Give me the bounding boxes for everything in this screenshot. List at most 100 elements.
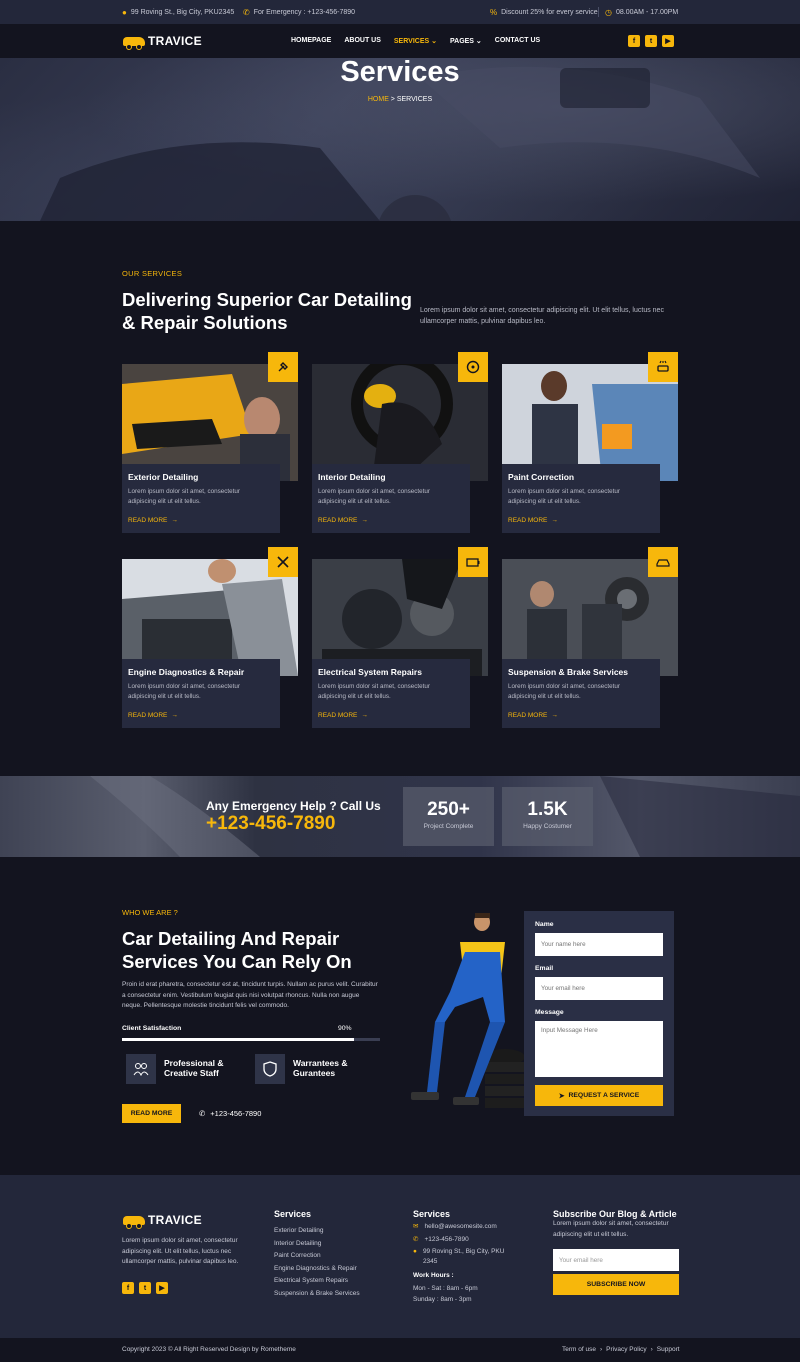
read-more-link[interactable]: READ MORE → <box>318 712 368 719</box>
service-card[interactable]: Suspension & Brake Services Lorem ipsum … <box>502 547 678 739</box>
name-input[interactable] <box>535 933 663 956</box>
service-card[interactable]: Exterior Detailing Lorem ipsum dolor sit… <box>122 352 298 544</box>
percent-icon: % <box>490 8 498 17</box>
top-bar: ● 99 Roving St., Big City, PKU2345 ✆ For… <box>0 0 800 24</box>
brand-name: TRAVICE <box>148 1213 202 1227</box>
breadcrumb-current: SERVICES <box>396 96 433 103</box>
arrow-right-icon: → <box>551 517 558 524</box>
car-logo-icon <box>123 36 145 50</box>
read-more-label: READ MORE <box>508 517 548 524</box>
facebook-icon[interactable]: f <box>628 35 640 47</box>
subscribe-email-input[interactable]: Your email here <box>553 1249 679 1271</box>
main-menu: HOMEPAGE ABOUT US SERVICES ⌄ PAGES ⌄ CON… <box>291 37 553 45</box>
service-description: Lorem ipsum dolor sit amet, consectetur … <box>318 488 430 505</box>
footer-address: ● 99 Roving St., Big City, PKU 2345 <box>413 1247 504 1267</box>
emergency-banner <box>0 776 800 857</box>
message-textarea[interactable] <box>535 1021 663 1077</box>
footer-services-title: Services <box>274 1209 312 1219</box>
arrow-right-icon: → <box>361 517 368 524</box>
read-more-link[interactable]: READ MORE → <box>128 517 178 524</box>
emergency-phone[interactable]: +123-456-7890 <box>206 813 335 835</box>
feature-warranty: Warrantees & Gurantees <box>293 1058 347 1078</box>
section-subtitle: OUR SERVICES <box>122 269 183 278</box>
footer-link[interactable]: Exterior Detailing <box>274 1225 360 1238</box>
service-card[interactable]: Engine Diagnostics & Repair Lorem ipsum … <box>122 547 298 739</box>
read-more-label: READ MORE <box>318 517 358 524</box>
service-card[interactable]: Interior Detailing Lorem ipsum dolor sit… <box>312 352 488 544</box>
stat-label: Happy Costumer <box>523 823 572 830</box>
copyright: Copyright 2023 © All Right Reserved Desi… <box>122 1346 296 1353</box>
nav-home[interactable]: HOMEPAGE <box>291 37 331 45</box>
footer-link[interactable]: Paint Correction <box>274 1250 360 1263</box>
address-info: ● 99 Roving St., Big City, PKU2345 <box>122 8 234 17</box>
emergency-question: Any Emergency Help ? Call Us <box>206 799 381 813</box>
footer-email[interactable]: ✉ hello@awesomesite.com <box>413 1221 497 1234</box>
phone-icon: ✆ <box>199 1109 206 1118</box>
twitter-icon[interactable]: t <box>139 1282 151 1294</box>
link-separator: › <box>650 1346 653 1353</box>
footer-logo[interactable]: TRAVICE <box>123 1213 202 1229</box>
breadcrumb-home[interactable]: HOME <box>368 96 389 103</box>
service-description: Lorem ipsum dolor sit amet, consectetur … <box>508 683 620 700</box>
service-description: Lorem ipsum dolor sit amet, consectetur … <box>128 683 240 700</box>
service-card[interactable]: Electrical System Repairs Lorem ipsum do… <box>312 547 488 739</box>
footer-link[interactable]: Suspension & Brake Services <box>274 1288 360 1301</box>
read-more-button[interactable]: READ MORE <box>122 1104 181 1123</box>
strip-background-image <box>90 776 800 857</box>
arrow-right-icon: → <box>171 712 178 719</box>
about-title: Car Detailing And Repair Services You Ca… <box>122 928 352 972</box>
footer-services-list: Exterior Detailing Interior Detailing Pa… <box>274 1225 360 1300</box>
address-text: 99 Roving St., Big City, PKU2345 <box>130 9 235 16</box>
message-label: Message <box>535 1009 564 1016</box>
read-more-link[interactable]: READ MORE → <box>318 517 368 524</box>
about-phone[interactable]: ✆ +123-456-7890 <box>199 1109 261 1118</box>
service-title: Exterior Detailing <box>128 472 199 482</box>
nav-contact[interactable]: CONTACT US <box>495 37 540 45</box>
about-phone-text: +123-456-7890 <box>210 1109 262 1118</box>
subscribe-button[interactable]: SUBSCRIBE NOW <box>553 1274 679 1295</box>
subscribe-description: Lorem ipsum dolor sit amet, consectetur … <box>553 1220 669 1238</box>
mechanic-image <box>411 913 525 1108</box>
youtube-icon[interactable]: ▶ <box>662 35 674 47</box>
footer-contact-title: Services <box>413 1209 451 1219</box>
footer-link[interactable]: Engine Diagnostics & Repair <box>274 1263 360 1276</box>
stat-box: 1.5K Happy Costumer <box>502 787 593 846</box>
footer-link[interactable]: Electrical System Repairs <box>274 1275 360 1288</box>
read-more-link[interactable]: READ MORE → <box>508 517 558 524</box>
footer-link[interactable]: Interior Detailing <box>274 1238 360 1251</box>
twitter-icon[interactable]: t <box>645 35 657 47</box>
location-pin-icon: ● <box>122 8 127 17</box>
support-link[interactable]: Support <box>657 1346 680 1353</box>
footer-phone-text: +123-456-7890 <box>424 1236 469 1243</box>
read-more-link[interactable]: READ MORE → <box>128 712 178 719</box>
arrow-right-icon: → <box>551 712 558 719</box>
footer-email-text: hello@awesomesite.com <box>424 1223 497 1230</box>
service-title: Suspension & Brake Services <box>508 667 629 677</box>
terms-link[interactable]: Term of use <box>562 1346 596 1353</box>
youtube-icon[interactable]: ▶ <box>156 1282 168 1294</box>
logo[interactable]: TRAVICE <box>123 34 202 50</box>
privacy-link[interactable]: Privacy Policy <box>606 1346 646 1353</box>
facebook-icon[interactable]: f <box>122 1282 134 1294</box>
nav-about[interactable]: ABOUT US <box>344 37 381 45</box>
request-service-label: REQUEST A SERVICE <box>568 1092 640 1099</box>
email-input[interactable] <box>535 977 663 1000</box>
section-description: Lorem ipsum dolor sit amet, consectetur … <box>420 307 664 325</box>
clock-icon: ◷ <box>605 8 612 17</box>
satisfaction-value: 90% <box>338 1025 352 1032</box>
work-hours-line: Mon - Sat : 8am - 6pm <box>413 1285 478 1292</box>
request-service-button[interactable]: ➤ REQUEST A SERVICE <box>535 1085 663 1106</box>
satisfaction-progress-bar <box>122 1038 380 1041</box>
footer-about: Lorem ipsum dolor sit amet, consectetur … <box>122 1237 239 1265</box>
nav-services[interactable]: SERVICES ⌄ <box>394 37 437 45</box>
service-card-body: Exterior Detailing Lorem ipsum dolor sit… <box>122 464 280 533</box>
subscribe-title: Subscribe Our Blog & Article <box>553 1209 677 1219</box>
nav-pages[interactable]: PAGES ⌄ <box>450 37 482 45</box>
service-card[interactable]: Paint Correction Lorem ipsum dolor sit a… <box>502 352 678 544</box>
service-card-body: Paint Correction Lorem ipsum dolor sit a… <box>502 464 660 533</box>
footer-phone[interactable]: ✆ +123-456-7890 <box>413 1234 469 1247</box>
read-more-link[interactable]: READ MORE → <box>508 712 558 719</box>
phone-icon: ✆ <box>413 1236 419 1243</box>
car-icon <box>648 547 678 577</box>
service-description: Lorem ipsum dolor sit amet, consectetur … <box>508 488 620 505</box>
